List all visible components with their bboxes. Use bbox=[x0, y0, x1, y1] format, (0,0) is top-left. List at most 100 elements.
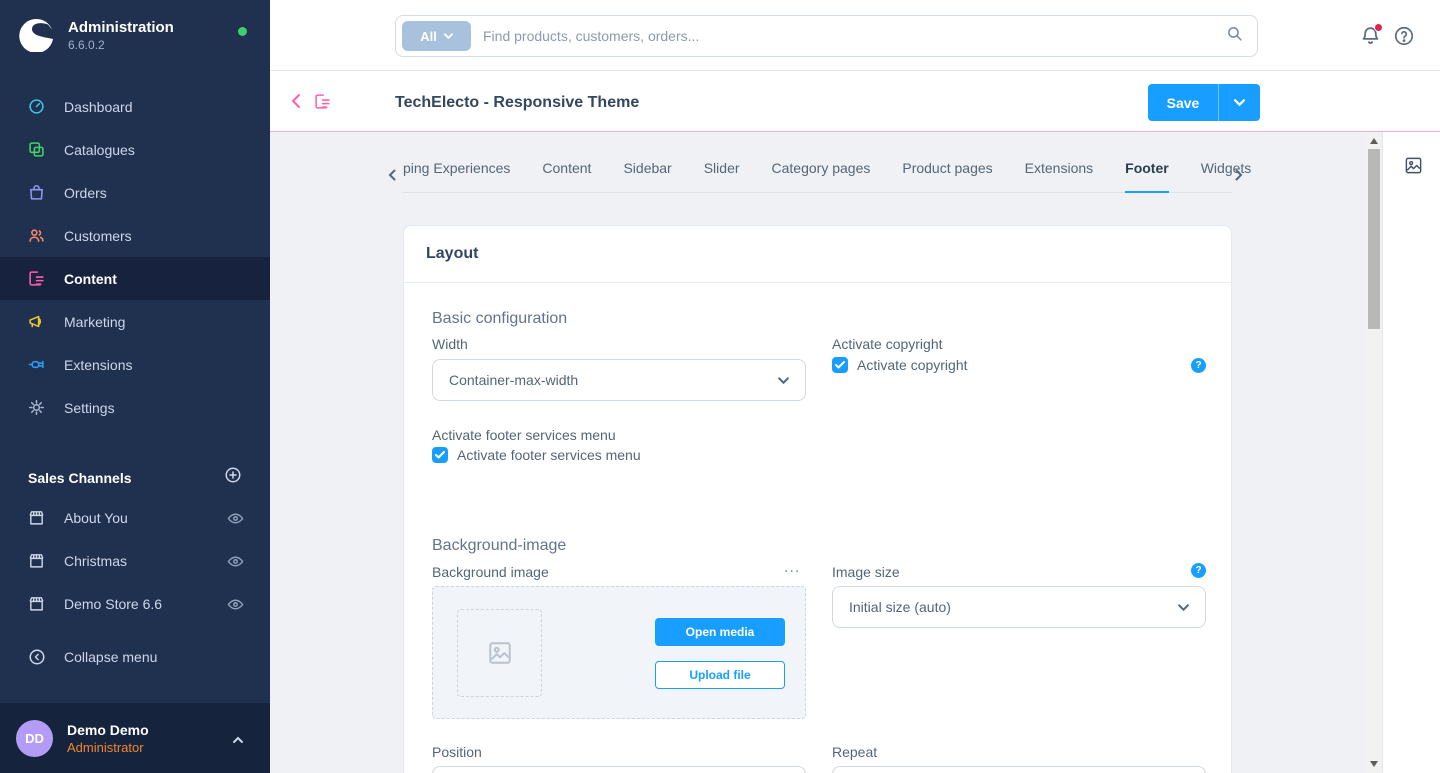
footer-services-label: Activate footer services menu bbox=[432, 427, 616, 443]
users-icon bbox=[28, 227, 45, 244]
checkbox-checked-icon bbox=[832, 357, 848, 373]
background-image-label: Background image bbox=[432, 564, 549, 580]
eye-icon[interactable] bbox=[227, 553, 244, 573]
question-icon bbox=[1393, 25, 1415, 47]
media-upload-zone[interactable]: Open media Upload file bbox=[432, 586, 806, 719]
sidebar-item-extensions[interactable]: Extensions bbox=[0, 343, 270, 386]
tab-shopping-experiences[interactable]: ping Experiences bbox=[403, 160, 510, 192]
storefront-icon bbox=[28, 509, 45, 526]
back-button[interactable] bbox=[290, 93, 302, 114]
app-version: 6.6.0.2 bbox=[68, 38, 174, 52]
tab-content[interactable]: Content bbox=[542, 160, 591, 192]
scroll-down-arrow[interactable] bbox=[1370, 761, 1378, 767]
sidebar-item-marketing[interactable]: Marketing bbox=[0, 300, 270, 343]
notification-badge bbox=[1374, 23, 1383, 32]
image-size-select[interactable]: Initial size (auto) bbox=[832, 586, 1206, 628]
sales-channels-title: Sales Channels bbox=[28, 470, 132, 486]
search-scope-dropdown[interactable]: All bbox=[402, 21, 471, 51]
media-preview-placeholder bbox=[457, 609, 542, 697]
tab-footer[interactable]: Footer bbox=[1125, 160, 1169, 193]
sidebar-item-content[interactable]: Content bbox=[0, 257, 270, 300]
sidebar-item-label: Orders bbox=[64, 185, 107, 201]
collapse-circle-icon bbox=[28, 648, 46, 666]
activate-copyright-checkbox[interactable]: Activate copyright bbox=[832, 357, 968, 373]
position-select[interactable] bbox=[432, 766, 806, 773]
checkbox-label: Activate footer services menu bbox=[457, 447, 641, 463]
tab-slider[interactable]: Slider bbox=[704, 160, 740, 192]
theme-preview-image-icon[interactable] bbox=[1404, 156, 1423, 180]
storefront-icon bbox=[28, 552, 45, 569]
sales-channel-demo-store[interactable]: Demo Store 6.6 bbox=[0, 582, 270, 625]
sales-channel-label: About You bbox=[64, 510, 128, 526]
activate-copyright-label: Activate copyright bbox=[832, 336, 943, 352]
open-media-button[interactable]: Open media bbox=[655, 618, 785, 646]
user-name: Demo Demo bbox=[67, 722, 149, 738]
basic-configuration-title: Basic configuration bbox=[432, 310, 567, 328]
sales-channel-about-you[interactable]: About You bbox=[0, 496, 270, 539]
sidebar-item-settings[interactable]: Settings bbox=[0, 386, 270, 429]
help-button[interactable] bbox=[1393, 25, 1415, 47]
notifications-button[interactable] bbox=[1360, 25, 1382, 47]
layout-card: Layout Basic configuration Width Contain… bbox=[403, 225, 1232, 773]
tabs-scroll-right-button[interactable] bbox=[1235, 168, 1243, 186]
cms-icon bbox=[28, 270, 45, 287]
sidebar: Administration 6.6.0.2 Dashboard Catalog… bbox=[0, 0, 270, 773]
eye-icon[interactable] bbox=[227, 596, 244, 616]
collapse-menu-label: Collapse menu bbox=[64, 649, 157, 665]
gear-icon bbox=[28, 399, 45, 416]
repeat-label: Repeat bbox=[832, 744, 877, 760]
chevron-up-icon bbox=[232, 731, 244, 749]
repeat-select[interactable] bbox=[832, 766, 1206, 773]
save-options-button[interactable] bbox=[1218, 84, 1260, 121]
tab-widgets[interactable]: Widgets bbox=[1201, 160, 1252, 192]
image-size-help-icon[interactable]: ? bbox=[1191, 563, 1206, 578]
chevron-down-icon bbox=[444, 33, 453, 39]
sidebar-item-label: Settings bbox=[64, 400, 115, 416]
eye-icon[interactable] bbox=[227, 510, 244, 530]
card-title: Layout bbox=[426, 245, 478, 263]
preview-panel bbox=[1382, 132, 1440, 773]
collapse-menu-button[interactable]: Collapse menu bbox=[28, 648, 157, 666]
avatar: DD bbox=[16, 720, 53, 757]
sidebar-item-label: Customers bbox=[64, 228, 132, 244]
checkbox-checked-icon bbox=[432, 447, 448, 463]
tab-product-pages[interactable]: Product pages bbox=[902, 160, 992, 192]
chevron-right-icon bbox=[1235, 169, 1243, 181]
sales-channel-label: Christmas bbox=[64, 553, 127, 569]
footer-services-checkbox[interactable]: Activate footer services menu bbox=[432, 447, 641, 463]
admin-app: Administration 6.6.0.2 Dashboard Catalog… bbox=[0, 0, 1440, 773]
context-menu-button[interactable]: ... bbox=[784, 564, 800, 572]
width-label: Width bbox=[432, 336, 468, 352]
sidebar-item-label: Content bbox=[64, 271, 117, 287]
sidebar-item-catalogues[interactable]: Catalogues bbox=[0, 128, 270, 171]
tab-category-pages[interactable]: Category pages bbox=[772, 160, 871, 192]
copyright-help-icon[interactable]: ? bbox=[1191, 358, 1206, 373]
chevron-down-icon bbox=[778, 377, 789, 384]
search-scope-label: All bbox=[420, 29, 437, 44]
search-icon[interactable] bbox=[1226, 25, 1243, 47]
sidebar-item-dashboard[interactable]: Dashboard bbox=[0, 85, 270, 128]
search-input[interactable] bbox=[483, 28, 1226, 44]
sidebar-item-customers[interactable]: Customers bbox=[0, 214, 270, 257]
scrollbar-thumb[interactable] bbox=[1368, 149, 1380, 329]
sales-channel-christmas[interactable]: Christmas bbox=[0, 539, 270, 582]
tab-extensions[interactable]: Extensions bbox=[1025, 160, 1093, 192]
tabs-scroll-left-button[interactable] bbox=[388, 168, 396, 186]
chevron-left-icon bbox=[290, 93, 302, 109]
add-sales-channel-button[interactable] bbox=[224, 466, 242, 489]
upload-file-button[interactable]: Upload file bbox=[655, 661, 785, 689]
position-label: Position bbox=[432, 744, 482, 760]
sidebar-item-label: Dashboard bbox=[64, 99, 133, 115]
user-menu[interactable]: DD Demo Demo Administrator bbox=[0, 703, 270, 773]
tab-sidebar[interactable]: Sidebar bbox=[623, 160, 671, 192]
scroll-up-arrow[interactable] bbox=[1370, 138, 1378, 144]
megaphone-icon bbox=[28, 313, 45, 330]
chevron-down-icon bbox=[1234, 99, 1245, 106]
storefront-icon bbox=[28, 595, 45, 612]
width-select[interactable]: Container-max-width bbox=[432, 359, 806, 401]
image-size-label: Image size bbox=[832, 564, 900, 580]
app-logo-row: Administration 6.6.0.2 bbox=[18, 16, 174, 52]
vertical-scrollbar[interactable] bbox=[1366, 132, 1382, 773]
save-button[interactable]: Save bbox=[1148, 84, 1218, 121]
sidebar-item-orders[interactable]: Orders bbox=[0, 171, 270, 214]
